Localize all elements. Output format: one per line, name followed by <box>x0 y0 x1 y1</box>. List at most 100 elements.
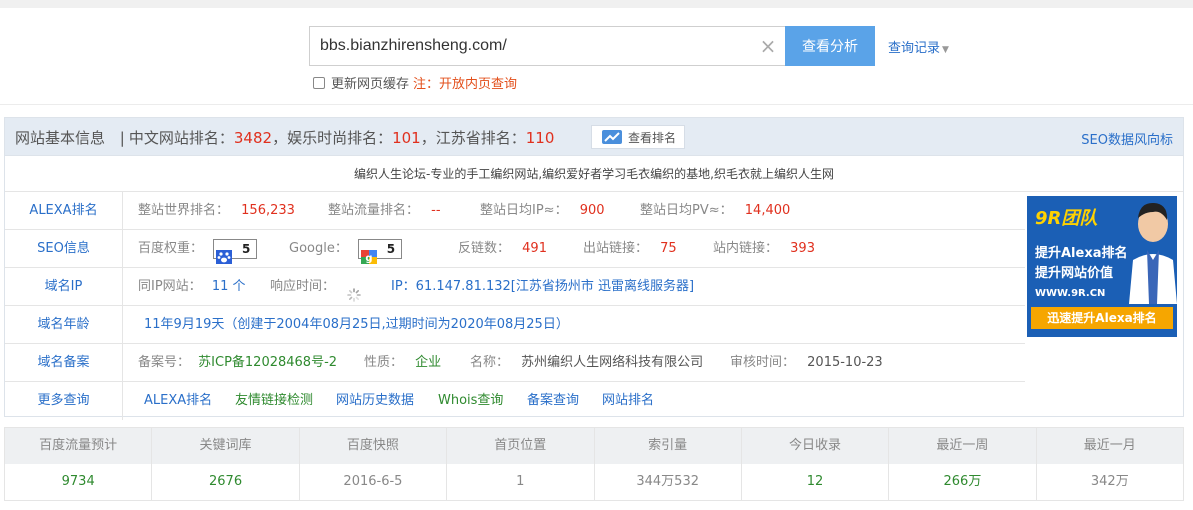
search-input[interactable] <box>309 26 785 66</box>
baidu-weight-value: 5 <box>241 241 251 256</box>
stats-header: 首页位置 <box>447 428 595 464</box>
stats-header: 关键词库 <box>152 428 300 464</box>
stats-header-row: 百度流量预计 关键词库 百度快照 首页位置 索引量 今日收录 最近一周 最近一月 <box>5 428 1183 464</box>
link-alexa-rank[interactable]: ALEXA排名 <box>144 382 212 419</box>
link-icp-query[interactable]: 备案查询 <box>527 382 579 419</box>
loading-spinner-icon <box>347 280 361 302</box>
ad-banner[interactable]: 9R团队 提升Alexa排名 提升网站价值 WWW.9R.CN 迅速提升Alex… <box>1027 196 1177 337</box>
baidu-stats-table: 百度流量预计 关键词库 百度快照 首页位置 索引量 今日收录 最近一周 最近一月… <box>4 427 1184 501</box>
stat-home-position: 1 <box>447 464 595 500</box>
ad-cta: 迅速提升Alexa排名 <box>1031 307 1173 329</box>
ip-address-info[interactable]: IP：61.147.81.132[江苏省扬州市 迅雷离线服务器] <box>391 268 694 305</box>
stats-header: 索引量 <box>595 428 742 464</box>
daily-ip-value: 900 <box>579 203 605 218</box>
seo-row: SEO信息 百度权重： 5 Google： g 5 反链数： 491 出站链接：… <box>5 230 1025 268</box>
inlinks-value[interactable]: 393 <box>790 241 815 256</box>
alexa-row: ALEXA排名 整站世界排名： 156,233 整站流量排名： -- 整站日均I… <box>5 192 1025 230</box>
category-rank-value: 101 <box>392 129 421 147</box>
title-separator: | <box>119 129 125 147</box>
clear-icon[interactable]: × <box>756 34 780 58</box>
ad-url: WWW.9R.CN <box>1035 288 1106 299</box>
view-rank-button[interactable]: 查看排名 <box>591 125 685 149</box>
inner-page-note: 注：开放内页查询 <box>413 77 518 92</box>
ad-person-image <box>1129 202 1177 304</box>
stat-index: 344万532 <box>595 464 742 500</box>
outlinks-value[interactable]: 75 <box>660 241 677 256</box>
stats-header: 今日收录 <box>742 428 890 464</box>
icp-name-value: 苏州编织人生网络科技有限公司 <box>521 355 704 370</box>
traffic-rank-value: -- <box>431 203 441 218</box>
caret-down-icon: ▼ <box>942 45 949 55</box>
outlinks-label: 出站链接： <box>583 241 649 256</box>
divider <box>0 104 1193 105</box>
seo-row-label: SEO信息 <box>5 230 123 267</box>
google-pr-badge[interactable]: g 5 <box>357 238 402 264</box>
svg-text:g: g <box>365 253 372 264</box>
query-history-label: 查询记录 <box>888 41 941 56</box>
icp-name-label: 名称： <box>470 355 510 370</box>
backlinks-value[interactable]: 491 <box>522 241 547 256</box>
google-pr-value: 5 <box>386 241 396 256</box>
cache-option: 更新网页缓存 注：开放内页查询 <box>313 73 517 92</box>
more-queries-label: 更多查询 <box>5 382 123 420</box>
daily-pv-label: 整站日均PV≈： <box>640 203 733 218</box>
province-rank-label: ，江苏省排名： <box>420 129 526 147</box>
ip-row: 域名IP 同IP网站： 11 个 响应时间： IP：61.147.81.132[… <box>5 268 1025 306</box>
stat-keywords[interactable]: 2676 <box>152 464 300 500</box>
icp-time-label: 审核时间： <box>730 355 796 370</box>
stat-today[interactable]: 12 <box>742 464 890 500</box>
query-history-dropdown[interactable]: 查询记录 ▼ <box>888 37 949 56</box>
stats-header: 最近一周 <box>889 428 1037 464</box>
response-time-label: 响应时间： <box>270 279 336 294</box>
world-rank-value: 156,233 <box>241 203 295 218</box>
more-queries-row: 更多查询 ALEXA排名 友情链接检测 网站历史数据 Whois查询 备案查询 … <box>5 382 1025 420</box>
site-info-title: 网站基本信息 | 中文网站排名：3482，娱乐时尚排名：101，江苏省排名：110 <box>15 127 554 148</box>
stat-baidu-traffic[interactable]: 9734 <box>5 464 153 500</box>
category-rank-label: ，娱乐时尚排名： <box>272 129 393 147</box>
icp-time-value: 2015-10-23 <box>807 355 883 370</box>
link-whois[interactable]: Whois查询 <box>438 382 503 419</box>
ip-row-label: 域名IP <box>5 268 123 305</box>
icp-nature-label: 性质： <box>364 355 404 370</box>
world-rank-label: 整站世界排名： <box>138 203 230 218</box>
daily-pv-value: 14,400 <box>744 203 791 218</box>
stat-snapshot: 2016-6-5 <box>300 464 448 500</box>
baidu-weight-badge[interactable]: 5 <box>213 238 258 264</box>
same-ip-value[interactable]: 11 个 <box>212 279 246 294</box>
cn-rank-label: 中文网站排名： <box>128 129 234 147</box>
update-cache-label: 更新网页缓存 <box>331 77 410 92</box>
stats-header: 百度快照 <box>300 428 448 464</box>
cn-rank-value: 3482 <box>233 129 273 147</box>
analyze-button[interactable]: 查看分析 <box>785 26 875 66</box>
icp-row: 域名备案 备案号： 苏ICP备12028468号-2 性质： 企业 名称： 苏州… <box>5 344 1025 382</box>
panel-title: 网站基本信息 <box>15 129 106 147</box>
stats-value-row: 9734 2676 2016-6-5 1 344万532 12 266万 342… <box>5 464 1183 500</box>
link-site-history[interactable]: 网站历史数据 <box>336 382 414 419</box>
backlinks-label: 反链数： <box>458 241 511 256</box>
icp-no-value[interactable]: 苏ICP备12028468号-2 <box>198 355 337 370</box>
site-info-header: 网站基本信息 | 中文网站排名：3482，娱乐时尚排名：101，江苏省排名：110… <box>5 118 1183 156</box>
domain-age-label: 域名年龄 <box>5 306 123 343</box>
domain-age-row: 域名年龄 11年9月19天（创建于2004年08月25日,过期时间为2020年0… <box>5 306 1025 344</box>
ad-line1: 提升Alexa排名 <box>1035 246 1128 261</box>
link-site-rank[interactable]: 网站排名 <box>602 382 654 419</box>
site-info-panel: 网站基本信息 | 中文网站排名：3482，娱乐时尚排名：101，江苏省排名：110… <box>4 117 1184 420</box>
icp-no-label: 备案号： <box>138 355 191 370</box>
same-ip-label: 同IP网站： <box>138 279 202 294</box>
alexa-row-label: ALEXA排名 <box>5 192 123 229</box>
icp-row-label: 域名备案 <box>5 344 123 381</box>
seo-trend-link[interactable]: SEO数据风向标 <box>1081 129 1173 148</box>
traffic-rank-label: 整站流量排名： <box>328 203 420 218</box>
stat-week[interactable]: 266万 <box>889 464 1037 500</box>
stat-month: 342万 <box>1090 474 1129 489</box>
link-friendlink-check[interactable]: 友情链接检测 <box>235 382 313 419</box>
top-strip <box>0 0 1193 8</box>
update-cache-checkbox[interactable] <box>313 76 325 89</box>
trend-chart-icon <box>602 130 622 144</box>
stats-header: 最近一月 <box>1083 438 1136 453</box>
google-pr-label: Google： <box>289 241 348 256</box>
domain-age-value[interactable]: 11年9月19天（创建于2004年08月25日,过期时间为2020年08月25日… <box>144 306 569 343</box>
daily-ip-label: 整站日均IP≈： <box>480 203 568 218</box>
stats-header: 百度流量预计 <box>5 428 153 464</box>
ad-title: 9R团队 <box>1035 208 1098 229</box>
